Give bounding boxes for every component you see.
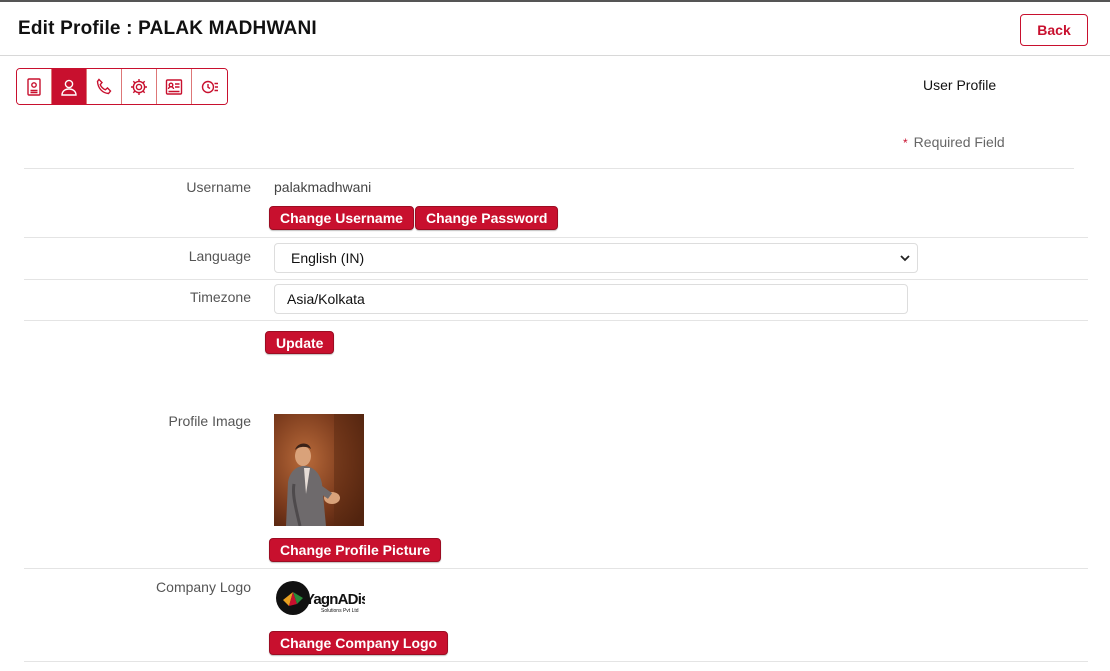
- chevron-down-icon: [900, 255, 910, 262]
- profile-photo: [274, 414, 364, 526]
- change-password-button[interactable]: Change Password: [415, 206, 559, 230]
- tab-history[interactable]: [192, 69, 227, 104]
- company-logo-image: YagnADism Solutions Pvt Ltd: [276, 581, 382, 615]
- id-card-icon: [27, 77, 41, 96]
- logo-tagline: Solutions Pvt Ltd: [321, 608, 359, 614]
- divider: [24, 168, 1074, 169]
- phone-icon: [96, 77, 112, 94]
- language-label: Language: [188, 248, 251, 264]
- required-text: Required Field: [913, 134, 1005, 150]
- language-select[interactable]: English (IN): [274, 243, 918, 273]
- contact-card-icon: [165, 78, 183, 95]
- clock-list-icon: [201, 80, 218, 93]
- change-profile-picture-button[interactable]: Change Profile Picture: [269, 538, 442, 562]
- tab-user[interactable]: [52, 69, 87, 104]
- tab-settings[interactable]: [122, 69, 157, 104]
- username-label: Username: [186, 179, 251, 195]
- tab-id-card[interactable]: [17, 69, 52, 104]
- tab-contact-card[interactable]: [157, 69, 192, 104]
- username-value: palakmadhwani: [274, 179, 372, 195]
- divider: [24, 320, 1088, 321]
- profile-tab-bar: [16, 68, 228, 105]
- timezone-label: Timezone: [190, 289, 251, 305]
- page-header: Edit Profile : PALAK MADHWANI Back: [0, 2, 1110, 56]
- company-logo: YagnADism Solutions Pvt Ltd: [275, 580, 382, 616]
- language-selected-value: English (IN): [291, 250, 365, 266]
- divider: [24, 279, 1088, 280]
- logo-wordmark: YagnADism: [305, 591, 365, 608]
- divider: [24, 568, 1088, 569]
- section-label: User Profile: [923, 77, 997, 93]
- user-icon: [61, 79, 77, 96]
- timezone-field[interactable]: Asia/Kolkata: [274, 284, 908, 314]
- timezone-value: Asia/Kolkata: [287, 291, 365, 307]
- profile-image-label: Profile Image: [168, 413, 251, 429]
- change-username-button[interactable]: Change Username: [269, 206, 414, 230]
- required-star: *: [903, 136, 908, 150]
- profile-image: [274, 414, 364, 526]
- gear-icon: [131, 78, 147, 95]
- change-company-logo-button[interactable]: Change Company Logo: [269, 631, 449, 655]
- company-logo-label: Company Logo: [156, 579, 251, 595]
- tab-phone[interactable]: [87, 69, 122, 104]
- edit-profile-page: Edit Profile : PALAK MADHWANI Back User …: [0, 0, 1110, 671]
- divider: [24, 237, 1088, 238]
- required-field-note: * Required Field: [903, 134, 1005, 150]
- page-title: Edit Profile : PALAK MADHWANI: [18, 18, 317, 39]
- update-button[interactable]: Update: [265, 331, 335, 354]
- divider: [24, 661, 1088, 662]
- back-button[interactable]: Back: [1020, 14, 1088, 46]
